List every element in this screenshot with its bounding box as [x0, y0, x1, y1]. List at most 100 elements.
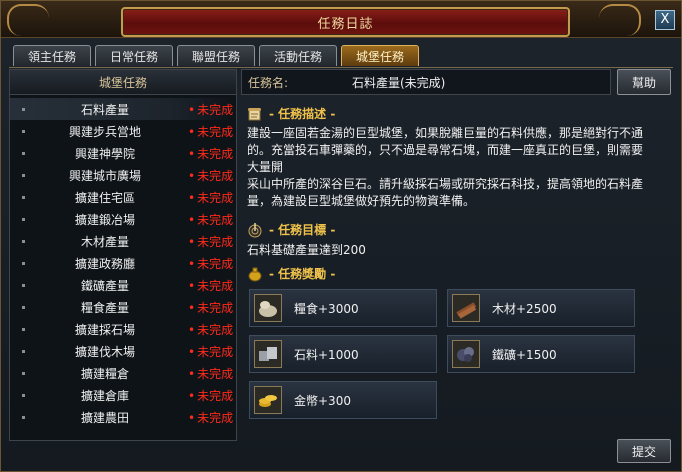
reward-title: - 任務獎勵 -	[247, 265, 335, 282]
stone-icon	[254, 340, 282, 368]
gold-coins-icon	[254, 386, 282, 414]
tab-alliance-quests[interactable]: 聯盟任務	[177, 45, 255, 66]
reward-item: 木材+2500	[447, 289, 635, 327]
submit-button[interactable]: 提交	[617, 439, 671, 463]
bullet-icon	[22, 328, 25, 331]
quest-item[interactable]: 擴建糧倉 未完成	[10, 362, 236, 384]
quest-name: 擴建政務廳	[74, 256, 135, 271]
description-title-text: - 任務描述 -	[269, 107, 336, 121]
title-ornament-right	[599, 4, 641, 36]
tab-bar: 領主任務 日常任務 聯盟任務 活動任務 城堡任務	[13, 45, 419, 67]
quest-name: 石料產量	[80, 102, 129, 117]
quest-item[interactable]: 擴建政務廳 未完成	[10, 252, 236, 274]
quest-item[interactable]: 擴建農田 未完成	[10, 406, 236, 428]
reward-item: 石料+1000	[249, 335, 437, 373]
quest-status: 未完成	[188, 233, 233, 250]
description-line: 大量開	[247, 160, 284, 174]
bullet-icon	[22, 130, 25, 133]
description-line: 采山中所產的深谷巨石。請升級採石場或研究採石科技，提高領地的石料產	[247, 177, 644, 191]
reward-label: 金幣+300	[294, 394, 351, 408]
quest-name: 興建城市廣場	[68, 168, 141, 183]
reward-label: 鐵礦+1500	[492, 348, 557, 362]
quest-name: 鐵礦產量	[80, 278, 129, 293]
quest-status: 未完成	[188, 343, 233, 360]
wood-icon	[452, 294, 480, 322]
objective-text: 石料基礎產量達到200	[247, 243, 366, 257]
reward-title-text: - 任務獎勵 -	[269, 267, 336, 281]
reward-item: 糧食+3000	[249, 289, 437, 327]
quest-item[interactable]: 擴建鍛冶場 未完成	[10, 208, 236, 230]
objective-title: - 任務目標 -	[247, 221, 335, 238]
quest-name: 擴建伐木場	[74, 344, 135, 359]
bullet-icon	[22, 372, 25, 375]
quest-status: 未完成	[188, 255, 233, 272]
quest-status: 未完成	[188, 101, 233, 118]
quest-detail-panel: 任務名: 石料產量(未完成) 幫助 - 任務描述 - 建設一座固若金湯的巨型城堡…	[241, 69, 673, 439]
quest-name: 擴建鍛冶場	[74, 212, 135, 227]
title-plate: 任務日誌	[121, 7, 570, 37]
quest-name: 糧食產量	[80, 300, 129, 315]
quest-status: 未完成	[188, 321, 233, 338]
target-icon	[248, 222, 262, 237]
quest-log-window: 任務日誌 X 領主任務 日常任務 聯盟任務 活動任務 城堡任務 城堡任務 石料產…	[0, 0, 682, 472]
quest-name: 興建神學院	[74, 146, 135, 161]
tab-lord-quests[interactable]: 領主任務	[13, 45, 91, 66]
description-line: 的。充當投石車彈藥的，只不過是尋常石塊，而建一座真正的巨堡，則需要	[247, 143, 644, 157]
bullet-icon	[22, 284, 25, 287]
quest-list-header: 城堡任務	[10, 70, 236, 95]
quest-name: 擴建農田	[80, 410, 129, 425]
tab-castle-quests[interactable]: 城堡任務	[341, 45, 419, 66]
help-button[interactable]: 幫助	[617, 69, 671, 95]
quest-status: 未完成	[188, 189, 233, 206]
quest-status: 未完成	[188, 211, 233, 228]
quest-description: 建設一座固若金湯的巨型城堡，如果脫離巨量的石料供應，那是絕對行不通 的。充當投石…	[247, 125, 667, 210]
quest-status: 未完成	[188, 167, 233, 184]
quest-item[interactable]: 擴建住宅區 未完成	[10, 186, 236, 208]
tab-daily-quests[interactable]: 日常任務	[95, 45, 173, 66]
quest-name: 興建步兵営地	[68, 124, 141, 139]
title-bar: 任務日誌 X	[1, 1, 681, 38]
bullet-icon	[22, 306, 25, 309]
reward-label: 木材+2500	[492, 302, 557, 316]
window-title: 任務日誌	[317, 16, 374, 32]
quest-status: 未完成	[188, 145, 233, 162]
close-icon: X	[660, 12, 670, 27]
bullet-icon	[22, 350, 25, 353]
description-line: 建設一座固若金湯的巨型城堡，如果脫離巨量的石料供應，那是絕對行不通	[247, 126, 644, 140]
scroll-icon	[248, 107, 261, 120]
quest-name: 擴建糧倉	[80, 366, 129, 381]
quest-list-panel: 城堡任務 石料產量未完成 興建步兵営地未完成 興建神學院未完成 興建城市廣場未完…	[9, 69, 237, 441]
tab-event-quests[interactable]: 活動任務	[259, 45, 337, 66]
quest-name-row: 任務名: 石料產量(未完成)	[241, 69, 611, 95]
quest-item[interactable]: 糧食產量 未完成	[10, 296, 236, 318]
reward-item: 金幣+300	[249, 381, 437, 419]
quest-status: 未完成	[188, 277, 233, 294]
bullet-icon	[22, 416, 25, 419]
money-bag-icon	[248, 267, 262, 281]
quest-item[interactable]: 木材產量 未完成	[10, 230, 236, 252]
quest-name: 木材產量	[80, 234, 129, 249]
close-button[interactable]: X	[655, 10, 675, 30]
description-line: 量，為建設巨型城堡做好預先的物資準備。	[247, 194, 476, 208]
quest-item[interactable]: 鐵礦產量 未完成	[10, 274, 236, 296]
description-title: - 任務描述 -	[247, 105, 335, 122]
quest-status: 未完成	[188, 409, 233, 426]
reward-label: 石料+1000	[294, 348, 359, 362]
quest-name: 擴建倉庫	[80, 388, 129, 403]
quest-list: 石料產量未完成 興建步兵営地未完成 興建神學院未完成 興建城市廣場未完成 擴建住…	[10, 98, 236, 428]
quest-name-label: 任務名:	[248, 76, 289, 90]
quest-status: 未完成	[188, 299, 233, 316]
reward-label: 糧食+3000	[294, 302, 359, 316]
iron-ore-icon	[452, 340, 480, 368]
quest-item[interactable]: 石料產量 未完成	[10, 98, 236, 120]
bullet-icon	[22, 240, 25, 243]
quest-item[interactable]: 興建神學院 未完成	[10, 142, 236, 164]
bullet-icon	[22, 108, 25, 111]
quest-name-value: 石料產量(未完成)	[352, 76, 446, 90]
quest-item[interactable]: 擴建採石場 未完成	[10, 318, 236, 340]
quest-item[interactable]: 擴建倉庫 未完成	[10, 384, 236, 406]
quest-item[interactable]: 興建步兵営地 未完成	[10, 120, 236, 142]
quest-item[interactable]: 擴建伐木場 未完成	[10, 340, 236, 362]
quest-item[interactable]: 興建城市廣場 未完成	[10, 164, 236, 186]
title-ornament-left	[7, 4, 49, 36]
